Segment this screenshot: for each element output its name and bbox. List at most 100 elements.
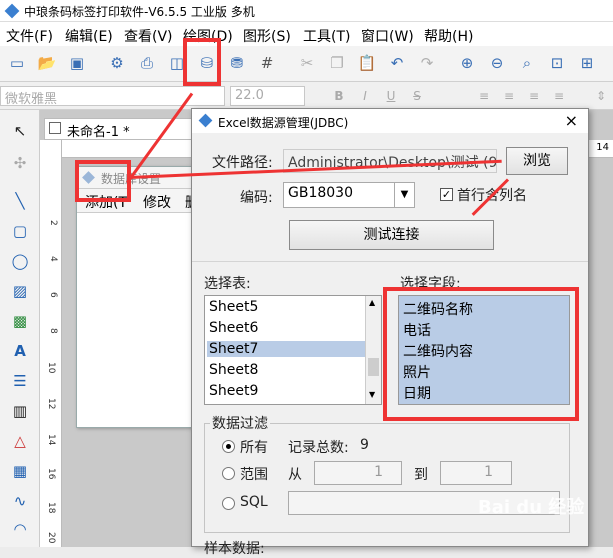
grid-icon[interactable]: # (256, 52, 278, 74)
barcode-tool-icon[interactable]: ▥ (9, 400, 31, 422)
rotate-tool-icon[interactable]: ✣ (9, 152, 31, 174)
zoom-icon[interactable]: ⌕ (516, 52, 538, 74)
list-item[interactable]: Sheet6 (209, 320, 258, 336)
range-label: 范围 (240, 467, 268, 483)
rectangle-tool-icon[interactable]: ▢ (9, 220, 31, 242)
justify-icon[interactable]: ≡ (550, 87, 568, 105)
ruler-mark: 14 (46, 434, 56, 446)
highlight-field-list (383, 287, 579, 421)
open-icon[interactable]: 📂 (36, 52, 58, 74)
curve-tool-icon[interactable]: ∿ (9, 490, 31, 512)
close-icon[interactable]: × (565, 111, 578, 130)
encoding-select[interactable]: GB18030 ▼ (283, 182, 415, 208)
sql-label: SQL (240, 494, 268, 510)
browse-button[interactable]: 浏览 (506, 147, 568, 175)
undo-icon[interactable]: ↶ (386, 52, 408, 74)
table-list-scrollbar[interactable]: ▲ ▼ (365, 296, 381, 404)
strike-button[interactable]: S (408, 87, 426, 105)
menu-file[interactable]: 文件(F) (6, 26, 53, 46)
modify-button[interactable]: 修改 (143, 192, 171, 212)
menu-help[interactable]: 帮助(H) (424, 26, 473, 46)
ruler-mark: 16 (46, 468, 56, 480)
encoding-value: GB18030 (288, 185, 353, 201)
scroll-down-icon[interactable]: ▼ (369, 390, 375, 399)
database-add-icon[interactable]: ⛃ (226, 52, 248, 74)
database-settings-window: 数据库设置 添加(T 修改 删 (76, 166, 206, 428)
italic-button[interactable]: I (356, 87, 374, 105)
scroll-up-icon[interactable]: ▲ (369, 298, 375, 307)
copy-icon[interactable]: ❐ (326, 52, 348, 74)
zoom-out-icon[interactable]: ⊖ (486, 52, 508, 74)
picture-tool-icon[interactable]: ▩ (9, 310, 31, 332)
arc-tool-icon[interactable]: ◠ (9, 518, 31, 540)
list-item[interactable]: Sheet9 (209, 383, 258, 399)
save-icon[interactable]: ▣ (66, 52, 88, 74)
actual-size-icon[interactable]: ⊞ (576, 52, 598, 74)
ellipse-tool-icon[interactable]: ◯ (9, 250, 31, 272)
bold-button[interactable]: B (330, 87, 348, 105)
fit-page-icon[interactable]: ⊡ (546, 52, 568, 74)
highlight-add-button (75, 160, 131, 202)
ruler-mark: 18 (46, 502, 56, 514)
menu-window[interactable]: 窗口(W) (361, 26, 414, 46)
list-item-selected[interactable]: Sheet7 (207, 341, 365, 357)
image-tool-icon[interactable]: ▨ (9, 280, 31, 302)
cut-icon[interactable]: ✂ (296, 52, 318, 74)
dialog-icon (198, 113, 213, 128)
shape-tool-icon[interactable]: △ (9, 430, 31, 452)
qrcode-tool-icon[interactable]: ▦ (9, 460, 31, 482)
menu-shape[interactable]: 图形(S) (243, 26, 291, 46)
ruler-mark: 2 (48, 220, 58, 226)
all-radio[interactable] (222, 440, 235, 453)
menu-bar: 文件(F) 编辑(E) 查看(V) 绘图(D) 图形(S) 工具(T) 窗口(W… (0, 22, 613, 46)
divider (192, 261, 588, 262)
select-tool-icon[interactable]: ↖ (9, 120, 31, 142)
from-label: 从 (288, 467, 302, 483)
line-tool-icon[interactable]: ╲ (9, 190, 31, 212)
text-tool-icon[interactable]: A (9, 340, 31, 362)
print-icon[interactable]: ⎙ (136, 52, 158, 74)
file-path-label: 文件路径: (212, 155, 273, 171)
ruler-mark: 4 (48, 256, 58, 262)
font-size-select[interactable]: 22.0 (230, 86, 305, 106)
scroll-thumb[interactable] (368, 358, 379, 376)
sql-radio[interactable] (222, 497, 235, 510)
test-connection-button[interactable]: 测试连接 (289, 220, 494, 250)
underline-button[interactable]: U (382, 87, 400, 105)
title-bar: 中琅条码标签打印软件-V6.5.5 工业版 多机 (0, 0, 613, 22)
ruler-mark: 12 (46, 398, 56, 410)
align-center-icon[interactable]: ≡ (500, 87, 518, 105)
list-item[interactable]: Sheet8 (209, 362, 258, 378)
new-icon[interactable]: ▭ (6, 52, 28, 74)
select-table-label: 选择表: (204, 276, 251, 292)
menu-view[interactable]: 查看(V) (124, 26, 173, 46)
data-filter-label: 数据过滤 (210, 413, 270, 433)
ruler-mark: 20 (46, 532, 56, 544)
to-stepper[interactable]: 1 (440, 461, 512, 485)
ruler-mark: 8 (48, 328, 58, 334)
redo-icon[interactable]: ↷ (416, 52, 438, 74)
dialog-title-bar: Excel数据源管理(JDBC) × (192, 109, 588, 133)
main-toolbar: ▭ 📂 ▣ ⚙ ⎙ ◫ ⛁ ⛃ # ✂ ❐ 📋 ↶ ↷ ⊕ ⊖ ⌕ ⊡ ⊞ (0, 46, 613, 82)
first-row-checkbox[interactable]: ✓ (440, 188, 453, 201)
paste-icon[interactable]: 📋 (356, 52, 378, 74)
chevron-down-icon[interactable]: ▼ (394, 183, 414, 207)
settings-icon[interactable]: ⚙ (106, 52, 128, 74)
align-right-icon[interactable]: ≡ (525, 87, 543, 105)
table-list[interactable]: Sheet5 Sheet6 Sheet7 Sheet8 Sheet9 ▲ ▼ (204, 295, 382, 405)
tool-palette: ↖ ✣ ╲ ▢ ◯ ▨ ▩ A ☰ ▥ △ ▦ ∿ ◠ (0, 110, 40, 547)
line-spacing-icon[interactable]: ⇕ (592, 87, 610, 105)
to-label: 到 (414, 467, 428, 483)
encoding-label: 编码: (240, 190, 273, 206)
menu-edit[interactable]: 编辑(E) (65, 26, 113, 46)
menu-tools[interactable]: 工具(T) (303, 26, 350, 46)
align-left-icon[interactable]: ≡ (475, 87, 493, 105)
watermark: Bai du 经验 (478, 497, 585, 518)
list-item[interactable]: Sheet5 (209, 299, 258, 315)
from-stepper[interactable]: 1 (314, 461, 402, 485)
paragraph-tool-icon[interactable]: ☰ (9, 370, 31, 392)
zoom-in-icon[interactable]: ⊕ (456, 52, 478, 74)
range-radio[interactable] (222, 467, 235, 480)
record-total-value: 9 (360, 437, 369, 453)
document-icon (49, 122, 61, 134)
